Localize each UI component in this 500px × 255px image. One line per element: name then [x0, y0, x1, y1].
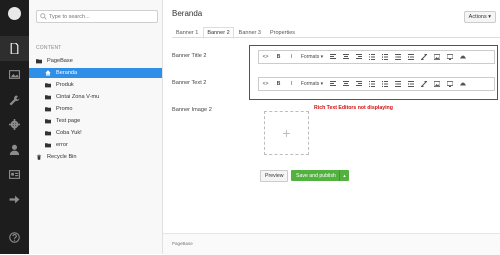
- tree-node-cintai-zona[interactable]: Cintai Zona V-mu: [45, 92, 99, 102]
- embed-monitor-icon[interactable]: [443, 79, 456, 89]
- section-rail: [0, 0, 29, 254]
- align-right-icon[interactable]: [352, 52, 365, 62]
- align-left-icon[interactable]: [326, 52, 339, 62]
- tree-node-beranda[interactable]: Beranda: [29, 68, 162, 78]
- folder-icon: [45, 83, 51, 88]
- avatar[interactable]: [8, 7, 21, 20]
- actions-dropdown[interactable]: Actions ▾: [463, 11, 496, 23]
- source-code-button[interactable]: <>: [259, 52, 272, 62]
- developer-gear-icon[interactable]: [0, 112, 29, 137]
- tree-node-coba-yuk[interactable]: Coba Yuk!: [45, 128, 82, 138]
- bullet-list-icon[interactable]: [365, 79, 378, 89]
- save-and-publish-button[interactable]: Save and publish ▲: [291, 170, 349, 181]
- tree-node-error[interactable]: error: [45, 140, 68, 150]
- help-question-icon[interactable]: [0, 225, 29, 250]
- users-person-icon[interactable]: [0, 137, 29, 162]
- rte-toolbar-title: <> B I Formats ▾: [258, 50, 495, 64]
- tree-node-pagebase[interactable]: PageBase: [36, 56, 73, 66]
- tree-node-label: Recycle Bin: [47, 154, 77, 160]
- tree-node-recycle-bin[interactable]: Recycle Bin: [36, 152, 77, 162]
- folder-icon: [45, 143, 51, 148]
- numbered-list-icon[interactable]: [378, 79, 391, 89]
- tree-node-label: Beranda: [56, 70, 78, 76]
- italic-button[interactable]: I: [285, 52, 298, 62]
- outdent-icon[interactable]: [391, 79, 404, 89]
- content-tree-panel: CONTENT PageBase Beranda Produk Cintai Z…: [29, 0, 163, 254]
- tree-node-label: Coba Yuk!: [56, 130, 82, 136]
- align-left-icon[interactable]: [326, 79, 339, 89]
- banner-image-2-label: Banner Image 2: [172, 107, 212, 113]
- formats-dropdown[interactable]: Formats ▾: [298, 52, 326, 62]
- bullet-list-icon[interactable]: [365, 52, 378, 62]
- numbered-list-icon[interactable]: [378, 52, 391, 62]
- tab-divider: [172, 37, 500, 38]
- search-input[interactable]: [49, 13, 149, 20]
- tree-node-test-page[interactable]: Test page: [45, 116, 80, 126]
- editor-footer: PageBase: [163, 233, 500, 255]
- tree-node-label: error: [56, 142, 68, 148]
- italic-button[interactable]: I: [285, 79, 298, 89]
- members-card-icon[interactable]: [0, 162, 29, 187]
- save-options-caret-icon[interactable]: ▲: [339, 170, 349, 181]
- indent-icon[interactable]: [404, 79, 417, 89]
- folder-icon: [45, 107, 51, 112]
- preview-button[interactable]: Preview: [260, 170, 289, 182]
- footer-breadcrumb[interactable]: PageBase: [172, 241, 193, 246]
- tree-node-label: Promo: [56, 106, 73, 112]
- source-code-button[interactable]: <>: [259, 79, 272, 89]
- folder-icon: [45, 131, 51, 136]
- tree-section-title: CONTENT: [36, 45, 62, 51]
- tree-node-label: PageBase: [47, 58, 73, 64]
- page-title[interactable]: Beranda: [172, 9, 202, 18]
- forms-arrow-icon[interactable]: [0, 187, 29, 212]
- content-section-icon[interactable]: [0, 36, 29, 61]
- tree-node-label: Cintai Zona V-mu: [56, 94, 100, 100]
- align-right-icon[interactable]: [352, 79, 365, 89]
- image-icon[interactable]: [430, 79, 443, 89]
- settings-wrench-icon[interactable]: [0, 88, 29, 113]
- media-section-icon[interactable]: [0, 62, 29, 87]
- banner-title-2-label: Banner Title 2: [172, 53, 207, 59]
- add-plus-icon: +: [282, 125, 291, 141]
- tree-node-label: Produk: [56, 82, 74, 88]
- home-icon: [45, 70, 51, 76]
- annotation-text: Rich Text Editors not displaying: [314, 105, 393, 111]
- tree-node-produk[interactable]: Produk: [45, 80, 74, 90]
- rte-toolbar-text: <> B I Formats ▾: [258, 77, 495, 91]
- outdent-icon[interactable]: [391, 52, 404, 62]
- banner-text-2-label: Banner Text 2: [172, 80, 207, 86]
- bold-button[interactable]: B: [272, 79, 285, 89]
- macro-icon[interactable]: [456, 79, 469, 89]
- bold-button[interactable]: B: [272, 52, 285, 62]
- save-and-publish-label: Save and publish: [296, 172, 336, 179]
- link-icon[interactable]: [417, 79, 430, 89]
- align-center-icon[interactable]: [339, 79, 352, 89]
- image-picker-dropzone[interactable]: +: [264, 111, 309, 155]
- align-center-icon[interactable]: [339, 52, 352, 62]
- image-icon[interactable]: [430, 52, 443, 62]
- macro-icon[interactable]: [456, 52, 469, 62]
- folder-icon: [45, 95, 51, 100]
- indent-icon[interactable]: [404, 52, 417, 62]
- tree-node-promo[interactable]: Promo: [45, 104, 72, 114]
- trash-icon: [36, 154, 42, 160]
- link-icon[interactable]: [417, 52, 430, 62]
- search-box[interactable]: [36, 10, 158, 23]
- formats-dropdown[interactable]: Formats ▾: [298, 79, 326, 89]
- embed-monitor-icon[interactable]: [443, 52, 456, 62]
- search-icon: [40, 13, 47, 20]
- folder-icon: [45, 119, 51, 124]
- editor-panel: Beranda Actions ▾ Banner 1 Banner 2 Bann…: [163, 0, 500, 255]
- folder-icon: [36, 59, 42, 64]
- tree-node-label: Test page: [56, 118, 81, 124]
